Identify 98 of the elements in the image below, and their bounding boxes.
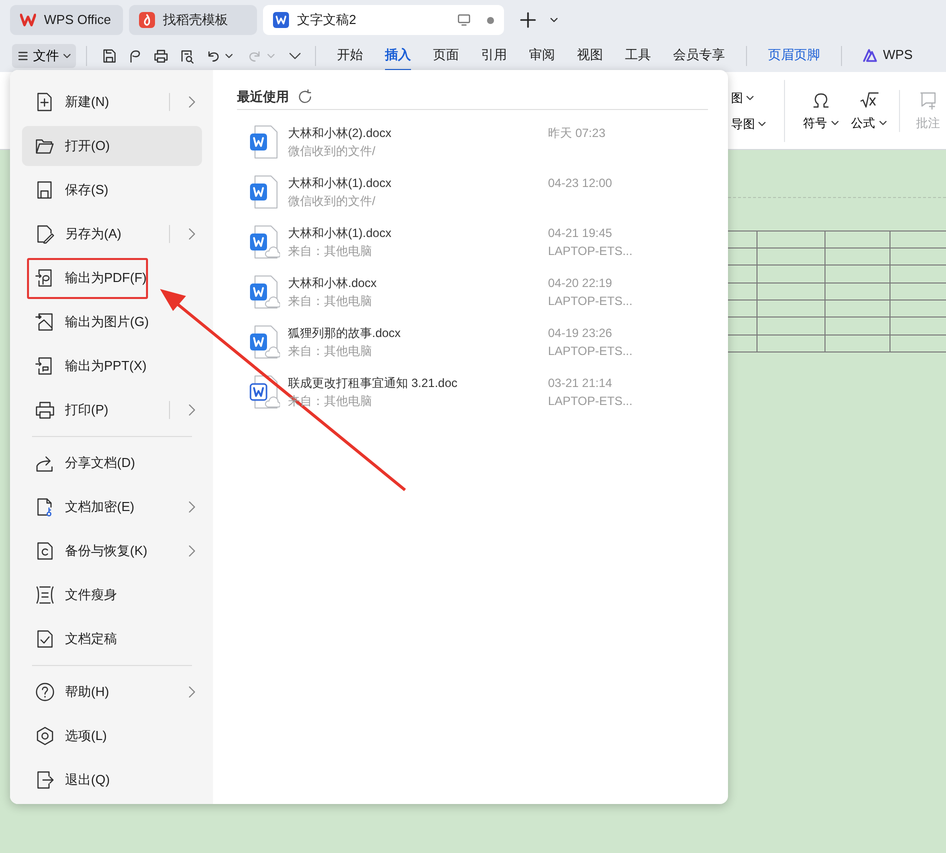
refresh-icon xyxy=(297,88,313,104)
device-name: LAPTOP-ETS... xyxy=(548,393,632,410)
file-time: 昨天 07:23 xyxy=(548,125,606,142)
print-preview-icon xyxy=(179,48,195,64)
chevron-down-icon xyxy=(289,52,301,60)
file-menu-button[interactable]: 文件 xyxy=(12,44,76,68)
file-time: 03-21 21:14 xyxy=(548,375,614,392)
menu-item[interactable]: 新建(N) xyxy=(22,82,202,122)
file-check-icon xyxy=(35,629,55,649)
exit-icon xyxy=(35,770,55,790)
compress-icon xyxy=(35,585,55,605)
file-location: 微信收到的文件/ xyxy=(288,143,376,160)
chevron-right-icon xyxy=(188,545,196,557)
file-name: 联成更改打租事宜通知 3.21.doc xyxy=(288,375,458,392)
document-tab[interactable]: 文字文稿2 xyxy=(263,5,504,35)
file-name: 大林和小林(1).docx xyxy=(288,225,392,242)
device-name: LAPTOP-ETS... xyxy=(548,293,632,310)
file-name: 大林和小林(1).docx xyxy=(288,175,392,192)
ribbon-tab[interactable]: 工具 xyxy=(625,41,651,71)
plus-icon xyxy=(520,12,536,28)
file-pen-icon xyxy=(35,224,55,244)
ribbon-tab[interactable]: 开始 xyxy=(337,41,363,71)
wps-logo-icon xyxy=(20,12,36,28)
chevron-right-icon xyxy=(188,404,196,416)
ribbon-tab[interactable]: 视图 xyxy=(577,41,603,71)
menu-item[interactable]: 文档加密(E) xyxy=(22,487,202,527)
printer-icon xyxy=(35,400,55,420)
square-root-icon xyxy=(859,90,879,110)
menu-item[interactable]: 另存为(A) xyxy=(22,214,202,254)
ribbon-tab[interactable]: 审阅 xyxy=(529,41,555,71)
chevron-right-icon xyxy=(188,686,196,698)
menu-item[interactable]: 退出(Q) xyxy=(22,760,202,800)
menu-item[interactable]: 输出为图片(G) xyxy=(22,302,202,342)
menu-item[interactable]: 备份与恢复(K) xyxy=(22,531,202,571)
document-tab[interactable]: 找稻壳模板 xyxy=(129,5,257,35)
ribbon-tab[interactable]: 页面 xyxy=(433,41,459,71)
section-title: 最近使用 xyxy=(237,88,289,106)
caret-icon xyxy=(267,53,275,59)
save-icon xyxy=(101,48,117,64)
ribbon-tab[interactable]: 页眉页脚 xyxy=(768,41,820,71)
file-location: 微信收到的文件/ xyxy=(288,193,376,210)
recent-file-row[interactable]: 狐狸列那的故事.docx 来自：其他电脑 04-19 23:26 LAPTOP-ETS... xyxy=(237,317,708,367)
image-export-icon xyxy=(35,312,55,332)
help-icon xyxy=(35,682,55,702)
ribbon-command[interactable]: 导图 xyxy=(731,114,766,132)
file-location: 来自：其他电脑 xyxy=(288,343,373,360)
menu-icon xyxy=(17,50,29,62)
menu-item[interactable]: 输出为PDF(F) xyxy=(22,258,202,298)
menu-item[interactable]: 保存(S) xyxy=(22,170,202,210)
menu-item[interactable]: 分享文档(D) xyxy=(22,443,202,483)
menu-item[interactable]: 文件瘦身 xyxy=(22,575,202,615)
ribbon-tab[interactable]: 会员专享 xyxy=(673,41,725,71)
recent-file-row[interactable]: 大林和小林(2).docx 微信收到的文件/ 昨天 07:23 xyxy=(237,117,708,167)
file-name: 大林和小林(2).docx xyxy=(288,125,392,142)
caret-icon xyxy=(879,120,887,126)
word-logo-icon xyxy=(273,12,289,28)
file-refresh-icon xyxy=(35,541,55,561)
device-name: LAPTOP-ETS... xyxy=(548,243,632,260)
dot-icon xyxy=(487,16,494,24)
menu-item[interactable]: 帮助(H) xyxy=(22,672,202,712)
recent-file-row[interactable]: 大林和小林(1).docx 来自：其他电脑 04-21 19:45 LAPTOP-ETS... xyxy=(237,217,708,267)
file-location: 来自：其他电脑 xyxy=(288,243,373,260)
recent-file-row[interactable]: 大林和小林(1).docx 微信收到的文件/ 04-23 12:00 xyxy=(237,167,708,217)
settings-icon xyxy=(35,726,55,746)
chevron-right-icon xyxy=(188,96,196,108)
file-location: 来自：其他电脑 xyxy=(288,293,373,310)
caret-icon xyxy=(550,17,558,23)
ribbon-tab[interactable]: WPS xyxy=(862,41,913,71)
caret-icon xyxy=(225,53,233,59)
monitor-icon xyxy=(457,14,471,26)
wps-ai-logo-icon xyxy=(862,48,878,62)
comment-add-icon xyxy=(918,90,938,110)
menu-item[interactable]: 选项(L) xyxy=(22,716,202,756)
caret-icon xyxy=(831,120,839,126)
ribbon-command[interactable]: 图 xyxy=(731,88,766,106)
ribbon-tab[interactable]: 引用 xyxy=(481,41,507,71)
file-time: 04-20 22:19 xyxy=(548,275,614,292)
file-time: 04-23 12:00 xyxy=(548,175,612,192)
file-time: 04-21 19:45 xyxy=(548,225,614,242)
document-tab[interactable]: WPS Office xyxy=(10,5,123,35)
ribbon-command[interactable]: 符号 xyxy=(797,90,845,132)
menu-item[interactable]: 输出为PPT(X) xyxy=(22,346,202,386)
file-name: 狐狸列那的故事.docx xyxy=(288,325,402,342)
menu-item[interactable]: 打印(P) xyxy=(22,390,202,430)
recent-file-row[interactable]: 大林和小林.docx 来自：其他电脑 04-20 22:19 LAPTOP-ETS... xyxy=(237,267,708,317)
file-name: 大林和小林.docx xyxy=(288,275,378,292)
menu-item[interactable]: 文档定稿 xyxy=(22,619,202,659)
menu-item[interactable]: 打开(O) xyxy=(22,126,202,166)
caret-icon xyxy=(63,53,71,59)
flame-logo-icon xyxy=(139,12,155,28)
ribbon-command[interactable]: 公式 xyxy=(845,90,893,132)
caret-icon xyxy=(758,120,766,126)
chevron-right-icon xyxy=(188,501,196,513)
chevron-right-icon xyxy=(188,228,196,240)
caret-icon xyxy=(746,94,754,100)
printer-icon xyxy=(153,48,169,64)
file-time: 04-19 23:26 xyxy=(548,325,614,342)
device-name: LAPTOP-ETS... xyxy=(548,343,632,360)
